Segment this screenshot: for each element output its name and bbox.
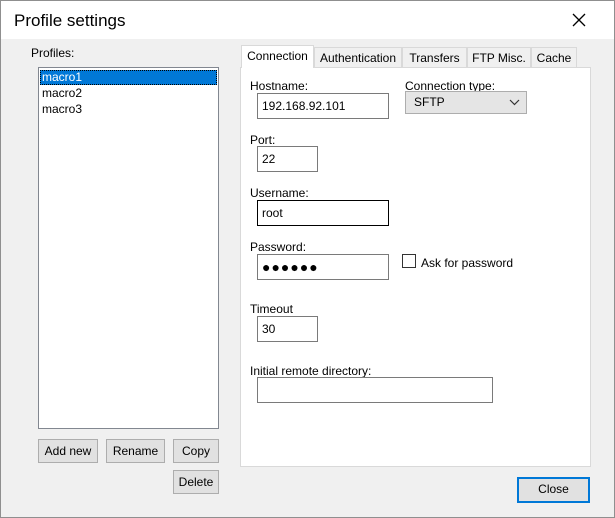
profile-item-macro2[interactable]: macro2 [40,86,217,101]
profile-item-macro3[interactable]: macro3 [40,102,217,117]
remote-directory-label: Initial remote directory: [250,364,372,378]
password-input[interactable]: ●●●●●● [257,254,389,280]
profiles-listbox[interactable]: macro1 macro2 macro3 [38,67,219,429]
timeout-input[interactable]: 30 [257,316,318,342]
tab-connection[interactable]: Connection [241,45,314,68]
window-title: Profile settings [14,11,126,30]
hostname-input[interactable]: 192.168.92.101 [257,93,389,119]
profiles-label: Profiles: [31,46,75,60]
close-icon [572,13,586,27]
close-button[interactable]: Close [517,477,590,503]
delete-button[interactable]: Delete [173,470,219,494]
chevron-down-icon [509,99,520,106]
port-input[interactable]: 22 [257,146,318,172]
profile-item-macro1[interactable]: macro1 [40,70,217,85]
tab-transfers[interactable]: Transfers [402,47,467,68]
profile-settings-dialog: Profile settings Profiles: macro1 macro2… [0,0,615,518]
title-bar: Profile settings [1,1,614,39]
tab-ftp-misc[interactable]: FTP Misc. [467,47,531,68]
tab-authentication[interactable]: Authentication [314,47,402,68]
add-new-button[interactable]: Add new [38,439,98,463]
connection-type-value: SFTP [414,95,445,109]
username-input[interactable]: root [257,200,389,226]
window-close-button[interactable] [561,5,597,35]
password-label: Password: [250,240,307,254]
tab-cache[interactable]: Cache [531,47,577,68]
connection-type-select[interactable]: SFTP [405,91,527,114]
ask-password-checkbox[interactable] [402,254,416,268]
ask-password-label[interactable]: Ask for password [421,256,513,270]
hostname-label: Hostname: [250,79,309,93]
timeout-label: Timeout [250,302,293,316]
rename-button[interactable]: Rename [106,439,165,463]
remote-directory-input[interactable] [257,377,493,403]
copy-button[interactable]: Copy [173,439,219,463]
port-label: Port: [250,133,276,147]
username-label: Username: [250,186,309,200]
